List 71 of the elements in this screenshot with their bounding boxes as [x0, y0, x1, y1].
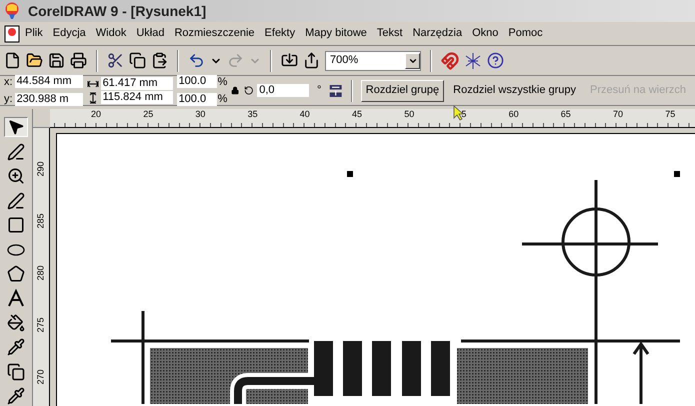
pentagon-icon [7, 264, 25, 283]
percent-label: % [218, 74, 228, 90]
ruler-label: 65 [560, 109, 571, 119]
help-icon[interactable] [487, 52, 504, 69]
print-icon[interactable] [70, 52, 87, 69]
ruler-label: 270 [35, 368, 46, 386]
window-title: CorelDRAW 9 - [Rysunek1] [28, 2, 206, 21]
undo-icon[interactable] [188, 52, 205, 69]
pencil-icon [7, 192, 25, 210]
ruler-label: 40 [300, 109, 310, 119]
menu-item[interactable]: Edycja [48, 25, 91, 42]
rotate-icon[interactable] [244, 84, 254, 97]
menu-item[interactable]: Plik [20, 25, 48, 42]
export-icon[interactable] [303, 52, 320, 69]
cursor-icon [453, 105, 464, 121]
ruler-label: 75 [665, 109, 676, 119]
menu-item[interactable]: Tekst [372, 25, 408, 42]
degree-label: ° [316, 83, 322, 98]
menu-item[interactable]: Narzędzia [408, 25, 468, 42]
x-field[interactable]: 44.584 mm [14, 75, 83, 88]
pointer-icon [7, 118, 25, 136]
ruler-label: 290 [35, 160, 46, 178]
menu-item[interactable]: Układ [131, 25, 170, 42]
ruler-label: 285 [35, 212, 46, 230]
scale-x-field[interactable]: 100.0 [176, 75, 217, 88]
x-label: x: [4, 74, 13, 90]
rotation-field[interactable]: 0,0 [257, 84, 309, 97]
ruler-label: 60 [508, 109, 519, 119]
menu-item[interactable]: Mapy bitowe [300, 25, 372, 42]
menu-item[interactable]: Okno [467, 25, 504, 42]
scale-y-field[interactable]: 100.0 [176, 92, 217, 106]
save-icon[interactable] [48, 52, 65, 69]
eyedropper-icon [7, 387, 25, 406]
ruler-label: 70 [613, 109, 624, 119]
height-field[interactable]: 115.824 mm [100, 91, 173, 104]
menu-item[interactable]: Rozmieszczenie [169, 25, 260, 42]
open-folder-icon[interactable] [26, 52, 43, 69]
toolbar-button[interactable]: Rozdziel grupę [360, 80, 444, 102]
zoom-icon [7, 167, 25, 186]
ruler-label: 45 [352, 109, 362, 119]
balloon-icon [4, 2, 20, 20]
ruler-label: 35 [248, 109, 258, 119]
ruler-label: 50 [404, 109, 414, 119]
rectangle-icon [7, 216, 25, 234]
import-icon[interactable] [281, 52, 298, 69]
cut-icon[interactable] [107, 52, 124, 69]
letter-a-icon [7, 289, 25, 308]
ruler-label: 20 [91, 109, 102, 119]
y-label: y: [4, 92, 13, 107]
ellipse-icon [7, 244, 25, 256]
width-arrow-icon [86, 80, 99, 88]
y-field[interactable]: 230.988 m [14, 92, 83, 106]
tool-button[interactable] [4, 117, 28, 137]
menu-item[interactable]: Pomoc [503, 25, 548, 42]
ruler-label: 275 [35, 316, 46, 334]
magnet-icon[interactable] [441, 52, 459, 70]
percent-label: % [218, 92, 228, 107]
ruler-label: 25 [143, 109, 154, 119]
paste-icon[interactable] [151, 52, 168, 69]
width-field[interactable]: 61.417 mm [100, 77, 173, 90]
lock-icon[interactable] [231, 85, 240, 96]
ruler-label: 30 [195, 109, 206, 119]
zoom-dropdown[interactable]: 700% [325, 50, 421, 70]
new-document-icon[interactable] [4, 52, 21, 69]
menu-item[interactable]: Widok [90, 25, 132, 42]
copy-icon[interactable] [129, 52, 146, 69]
menu-item[interactable]: Efekty [260, 25, 300, 42]
paint-bucket-icon [7, 314, 25, 332]
document-icon[interactable] [4, 24, 20, 42]
toolbar-button[interactable]: Rozdziel wszystkie grupy [448, 80, 582, 102]
ruler-label: 280 [35, 264, 46, 282]
